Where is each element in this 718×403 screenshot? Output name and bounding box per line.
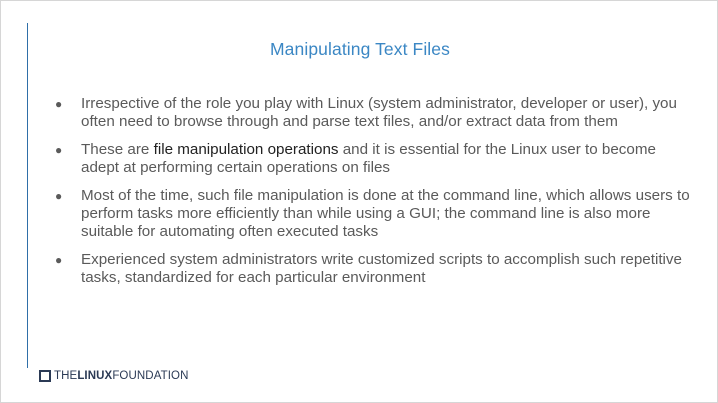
logo-square-icon: [39, 370, 51, 382]
bullet-dot-icon: ●: [55, 143, 63, 157]
bullet-item: ● Experienced system administrators writ…: [55, 251, 695, 287]
bullet-text: Irrespective of the role you play with L…: [81, 95, 677, 130]
bullet-item: ● Most of the time, such file manipulati…: [55, 187, 695, 241]
logo-suffix: FOUNDATION: [112, 370, 189, 382]
bullet-text: Most of the time, such file manipulation…: [81, 187, 690, 240]
slide: Manipulating Text Files ● Irrespective o…: [0, 0, 718, 403]
bullet-item: ● These are file manipulation operations…: [55, 141, 695, 177]
bullet-dot-icon: ●: [55, 253, 63, 267]
left-accent-rule: [27, 23, 28, 368]
bullet-emphasis: file manipulation operations: [153, 141, 339, 158]
logo-bold: LINUX: [77, 370, 113, 382]
bullet-text: Experienced system administrators write …: [81, 251, 682, 286]
bullet-item: ● Irrespective of the role you play with…: [55, 95, 695, 131]
bullet-list: ● Irrespective of the role you play with…: [55, 95, 695, 297]
logo-prefix: THE: [54, 370, 78, 382]
linux-foundation-logo: THE LINUX FOUNDATION: [39, 369, 188, 383]
bullet-dot-icon: ●: [55, 97, 63, 111]
slide-title: Manipulating Text Files: [270, 39, 450, 59]
bullet-dot-icon: ●: [55, 189, 63, 203]
bullet-text: These are: [81, 141, 154, 158]
